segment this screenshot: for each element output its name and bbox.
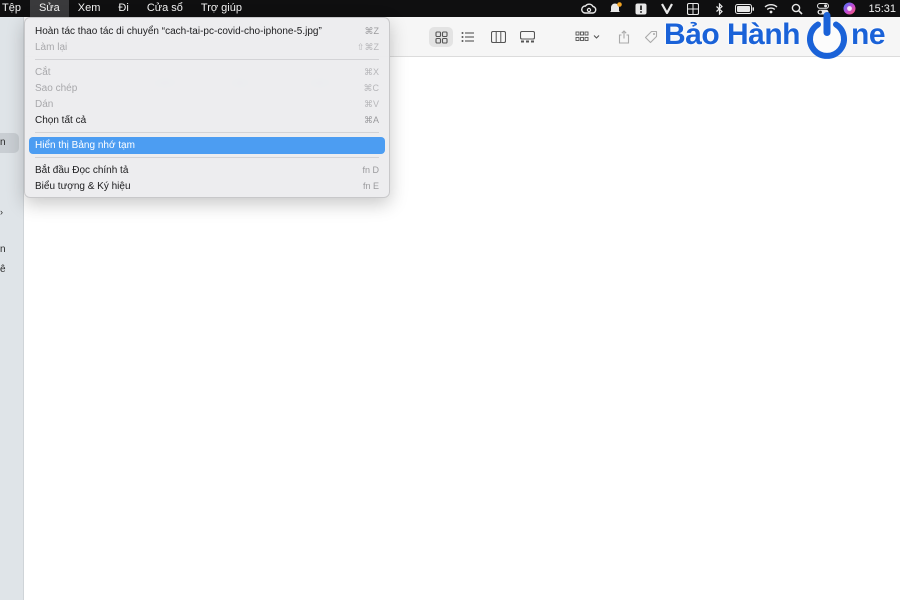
watermark-logo: Bảo Hành ne [664, 10, 886, 60]
menu-item-label: Hoàn tác thao tác di chuyển “cach-tai-pc… [35, 25, 322, 37]
menu-help[interactable]: Trợ giúp [192, 0, 251, 17]
menu-item-start-dictation[interactable]: Bắt đầu Đọc chính tả fn D [29, 162, 385, 178]
share-icon[interactable] [612, 27, 636, 47]
menu-item-shortcut: ⌘X [363, 66, 379, 77]
menu-separator [35, 59, 379, 60]
edit-menu-dropdown: Hoàn tác thao tác di chuyển “cach-tai-pc… [24, 17, 390, 198]
menu-item-label: Làm lại [35, 41, 68, 53]
menu-window[interactable]: Cửa sổ [138, 0, 192, 17]
sidebar-item-label[interactable]: n [0, 244, 6, 255]
list-view-icon[interactable] [456, 27, 480, 47]
sidebar-item-label[interactable]: ê [0, 264, 6, 275]
menu-item-shortcut: ⌘Z [364, 25, 380, 36]
menu-item-label: Biểu tượng & Ký hiệu [35, 180, 131, 192]
menu-item-shortcut: ⌘C [363, 82, 380, 93]
menu-item-show-clipboard[interactable]: Hiển thị Bảng nhớ tạm [29, 137, 385, 154]
tag-icon[interactable] [639, 27, 663, 47]
menu-item-label: Bắt đầu Đọc chính tả [35, 164, 129, 176]
menu-separator [35, 157, 379, 158]
menu-item-shortcut: fn E [362, 181, 379, 191]
icon-view-icon[interactable] [429, 27, 453, 47]
power-logo-icon [807, 12, 848, 59]
menu-file[interactable]: Tệp [0, 0, 30, 17]
menu-go[interactable]: Đi [109, 0, 137, 17]
creative-cloud-icon[interactable] [576, 0, 602, 17]
menu-item-label: Chọn tất cả [35, 114, 87, 126]
menu-edit[interactable]: Sửa [29, 0, 69, 17]
notification-icon[interactable] [602, 0, 628, 17]
menu-view[interactable]: Xem [69, 0, 110, 17]
gallery-view-icon[interactable] [515, 27, 539, 47]
menu-item-label: Dán [35, 98, 54, 110]
logo-text-suffix: ne [851, 18, 886, 51]
sidebar-disclosure-icon[interactable]: › [0, 207, 3, 217]
alert-icon[interactable] [628, 0, 654, 17]
menu-item-copy[interactable]: Sao chép ⌘C [29, 80, 385, 96]
menu-item-shortcut: ⌘A [363, 114, 379, 125]
menu-item-redo[interactable]: Làm lại ⇧⌘Z [29, 39, 385, 55]
menu-item-cut[interactable]: Cắt ⌘X [29, 64, 385, 80]
menu-item-select-all[interactable]: Chọn tất cả ⌘A [29, 112, 385, 128]
menu-item-shortcut: ⇧⌘Z [356, 41, 379, 52]
menu-separator [35, 132, 379, 133]
sidebar-item-label[interactable]: n [0, 137, 6, 148]
column-view-icon[interactable] [486, 27, 510, 47]
menu-item-shortcut: fn D [362, 165, 379, 175]
menu-item-label: Sao chép [35, 82, 78, 94]
menu-item-label: Cắt [35, 66, 51, 78]
menu-item-undo[interactable]: Hoàn tác thao tác di chuyển “cach-tai-pc… [29, 23, 385, 39]
group-by-icon[interactable] [572, 27, 604, 47]
menu-item-emoji-symbols[interactable]: Biểu tượng & Ký hiệu fn E [29, 178, 385, 194]
finder-sidebar: n › n ê [0, 17, 24, 600]
logo-text: Bảo Hành [664, 18, 801, 51]
menu-item-paste[interactable]: Dán ⌘V [29, 96, 385, 112]
menu-item-label: Hiển thị Bảng nhớ tạm [35, 140, 135, 151]
menu-item-shortcut: ⌘V [363, 98, 379, 109]
